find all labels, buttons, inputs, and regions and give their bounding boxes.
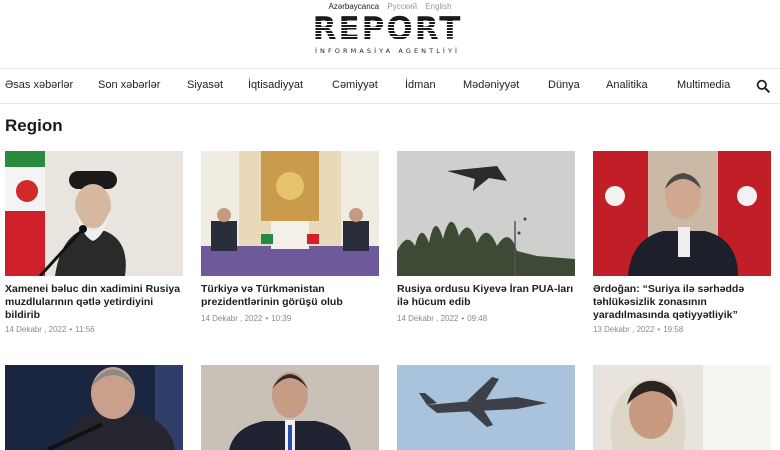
- language-switcher: Azərbaycanca Русский English: [0, 2, 780, 11]
- article-image-5[interactable]: [5, 365, 183, 450]
- nav-item-world[interactable]: Dünya: [548, 79, 580, 91]
- drone-photo: [397, 151, 575, 276]
- article-title-4[interactable]: Ərdoğan: “Suriya ilə sərhəddə təhlükəsiz…: [593, 283, 775, 322]
- minister-portrait-photo: [201, 365, 379, 450]
- nav-item-main-news[interactable]: Əsas xəbərlər: [5, 79, 73, 91]
- nav-item-society[interactable]: Cəmiyyət: [332, 79, 378, 91]
- article-date-value: 14 Dekabr , 2022: [5, 325, 67, 334]
- lang-azerbaijani[interactable]: Azərbaycanca: [328, 2, 379, 11]
- article-image-8[interactable]: [593, 365, 771, 450]
- bullet-icon: •: [461, 314, 465, 323]
- article-image-6[interactable]: [201, 365, 379, 450]
- article-title-2[interactable]: Türkiyə və Türkmənistan prezidentlərinin…: [201, 283, 383, 309]
- article-time-value: 11:56: [75, 325, 95, 334]
- erdogan-photo: [593, 151, 771, 276]
- article-image-4[interactable]: [593, 151, 771, 276]
- lang-russian[interactable]: Русский: [387, 2, 417, 11]
- page-title: Region: [5, 116, 63, 135]
- article-date-value: 14 Dekabr , 2022: [397, 314, 459, 323]
- article-date-value: 14 Dekabr , 2022: [201, 314, 263, 323]
- article-title-3[interactable]: Rusiya ordusu Kiyevə İran PUA-ları ilə h…: [397, 283, 579, 309]
- bullet-icon: •: [69, 325, 73, 334]
- nav-item-politics[interactable]: Siyasət: [187, 79, 223, 91]
- khamenei-photo: [5, 151, 183, 276]
- article-image-1[interactable]: [5, 151, 183, 276]
- logo-subtitle: İNFORMASİYA AGENTLİYİ: [314, 47, 461, 55]
- main-nav: Əsas xəbərlər Son xəbərlər Siyasət İqtis…: [0, 79, 780, 95]
- article-date-1: 14 Dekabr , 2022 • 11:56: [5, 325, 95, 334]
- search-icon[interactable]: [756, 79, 770, 93]
- article-date-4: 13 Dekabr , 2022 • 19:58: [593, 325, 683, 334]
- nav-item-sport[interactable]: İdman: [405, 79, 436, 91]
- nav-item-latest-news[interactable]: Son xəbərlər: [98, 79, 160, 91]
- bullet-icon: •: [657, 325, 661, 334]
- article-image-3[interactable]: [397, 151, 575, 276]
- presidents-meeting-photo: [201, 151, 379, 276]
- logo-wordmark: REPORT: [312, 11, 463, 47]
- article-title-1[interactable]: Xamenei bəluc din xadimini Rusiya muzdlu…: [5, 283, 187, 322]
- nav-divider-bottom: [0, 103, 780, 104]
- nav-item-culture[interactable]: Mədəniyyət: [463, 79, 519, 91]
- lang-english[interactable]: English: [425, 2, 451, 11]
- site-logo[interactable]: REPORT İNFORMASİYA AGENTLİYİ: [300, 14, 475, 58]
- nav-divider-top: [0, 68, 780, 69]
- woman-portrait-photo: [593, 365, 771, 450]
- article-time-value: 10:39: [271, 314, 292, 323]
- nav-item-analytics[interactable]: Analitika: [606, 79, 648, 91]
- article-time-value: 19:58: [663, 325, 684, 334]
- erdogan-speech-photo: [5, 365, 183, 450]
- article-time-value: 09:48: [467, 314, 488, 323]
- article-image-2[interactable]: [201, 151, 379, 276]
- fighter-jet-photo: [397, 365, 575, 450]
- article-date-2: 14 Dekabr , 2022 • 10:39: [201, 314, 291, 323]
- article-date-value: 13 Dekabr , 2022: [593, 325, 655, 334]
- article-image-7[interactable]: [397, 365, 575, 450]
- bullet-icon: •: [265, 314, 269, 323]
- article-date-3: 14 Dekabr , 2022 • 09:48: [397, 314, 487, 323]
- nav-item-multimedia[interactable]: Multimedia: [677, 79, 730, 91]
- nav-item-economy[interactable]: İqtisadiyyat: [248, 79, 303, 91]
